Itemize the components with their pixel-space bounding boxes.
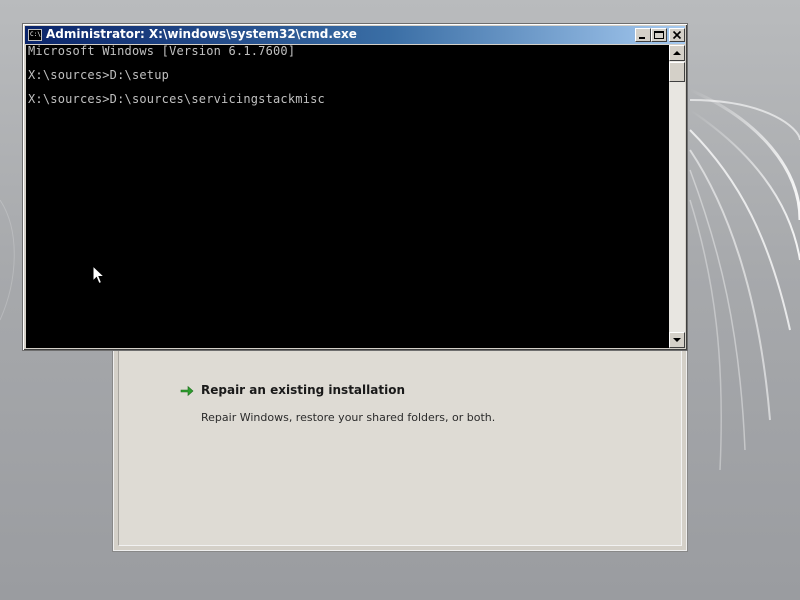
console-output[interactable]: Microsoft Windows [Version 6.1.7600] X:\… <box>26 45 669 348</box>
mouse-pointer-icon <box>92 265 106 285</box>
scroll-thumb[interactable] <box>669 62 685 82</box>
console-text-area[interactable]: Microsoft Windows [Version 6.1.7600] X:\… <box>26 45 669 105</box>
repair-option-title: Repair an existing installation <box>201 383 405 397</box>
minimize-icon <box>639 37 645 39</box>
desktop-background: Repair an existing installation Repair W… <box>0 0 800 600</box>
cmd-window-title: Administrator: X:\windows\system32\cmd.e… <box>46 27 357 41</box>
minimize-button[interactable] <box>635 28 651 42</box>
cmd-title-bar[interactable]: C:\ Administrator: X:\windows\system32\c… <box>25 26 685 44</box>
setup-content-panel: Repair an existing installation Repair W… <box>118 321 682 546</box>
cmd-icon[interactable]: C:\ <box>28 29 42 41</box>
arrow-down-icon <box>673 338 681 342</box>
scroll-down-button[interactable] <box>669 332 685 348</box>
console-line: X:\sources>D:\setup <box>28 68 170 82</box>
maximize-icon <box>654 31 664 39</box>
scroll-up-button[interactable] <box>669 45 685 61</box>
close-icon <box>672 30 682 40</box>
arrow-up-icon <box>673 51 681 55</box>
repair-option-description: Repair Windows, restore your shared fold… <box>201 411 496 424</box>
setup-window: Repair an existing installation Repair W… <box>112 320 688 552</box>
console-line: X:\sources>D:\sources\servicingstackmisc <box>28 92 325 106</box>
maximize-button[interactable] <box>651 28 667 42</box>
cmd-window[interactable]: C:\ Administrator: X:\windows\system32\c… <box>22 23 688 351</box>
close-button[interactable] <box>669 28 685 42</box>
console-line: Microsoft Windows [Version 6.1.7600] <box>28 44 296 58</box>
green-arrow-icon <box>179 383 195 399</box>
vertical-scrollbar[interactable] <box>669 45 685 348</box>
